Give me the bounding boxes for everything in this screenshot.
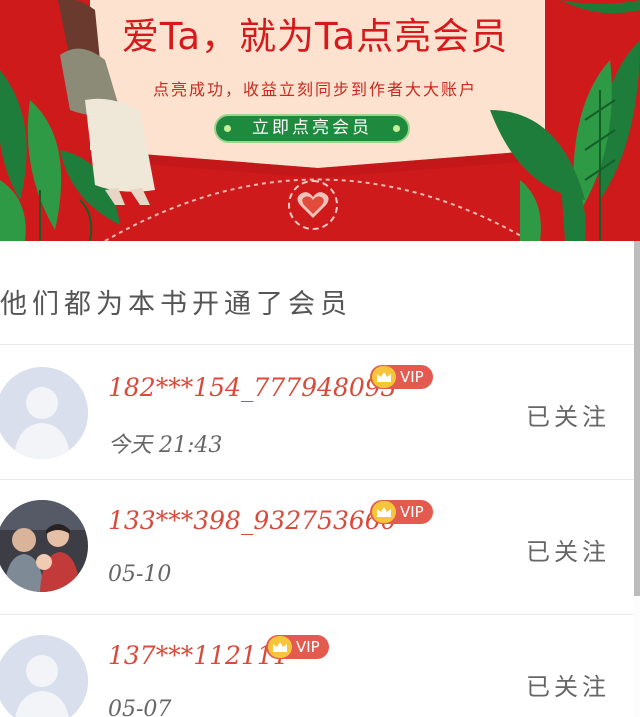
- member-username[interactable]: 133***398_932753660: [108, 506, 397, 535]
- member-row[interactable]: 133***398_932753660 VIP 05-10 已关注: [0, 480, 634, 614]
- vip-label: VIP: [400, 368, 424, 386]
- member-time: 今天 21:43: [108, 433, 223, 458]
- avatar[interactable]: [0, 500, 88, 592]
- vip-label: VIP: [296, 638, 320, 656]
- member-username[interactable]: 182***154_777948093: [108, 373, 397, 402]
- member-row[interactable]: 137***112111 VIP 05-07 已关注: [0, 615, 634, 717]
- follow-status-button[interactable]: 已关注: [526, 667, 610, 702]
- follow-status-button[interactable]: 已关注: [526, 397, 610, 432]
- dot-icon: [393, 125, 400, 132]
- scrollbar-thumb[interactable]: [634, 241, 640, 596]
- member-time: 05-10: [108, 562, 172, 587]
- photo-avatar-icon: [0, 500, 88, 592]
- banner-title: 爱Ta，就为Ta点亮会员: [121, 15, 509, 58]
- promo-banner[interactable]: 爱Ta，就为Ta点亮会员 点亮成功，收益立刻同步到作者大大账户 立即点亮会员: [0, 0, 640, 241]
- member-row[interactable]: 182***154_777948093 VIP 今天 21:43 已关注: [0, 345, 634, 479]
- section-title: 他们都为本书开通了会员: [0, 289, 352, 320]
- default-avatar-icon: [0, 367, 88, 459]
- vip-badge: VIP: [370, 500, 433, 524]
- follow-status-button[interactable]: 已关注: [526, 532, 610, 567]
- light-up-membership-button[interactable]: 立即点亮会员: [214, 114, 410, 143]
- member-time: 05-07: [108, 697, 172, 717]
- vip-badge: VIP: [370, 365, 433, 389]
- avatar[interactable]: [0, 635, 88, 717]
- cta-label: 立即点亮会员: [252, 118, 372, 138]
- vip-badge: VIP: [266, 635, 329, 659]
- crown-icon: [372, 501, 396, 523]
- crown-icon: [268, 636, 292, 658]
- vip-label: VIP: [400, 503, 424, 521]
- crown-icon: [372, 366, 396, 388]
- heart-seal-icon: [288, 180, 338, 230]
- default-avatar-icon: [0, 635, 88, 717]
- member-username[interactable]: 137***112111: [108, 641, 289, 670]
- dot-icon: [224, 125, 231, 132]
- avatar[interactable]: [0, 367, 88, 459]
- banner-subtitle: 点亮成功，收益立刻同步到作者大大账户: [152, 80, 477, 99]
